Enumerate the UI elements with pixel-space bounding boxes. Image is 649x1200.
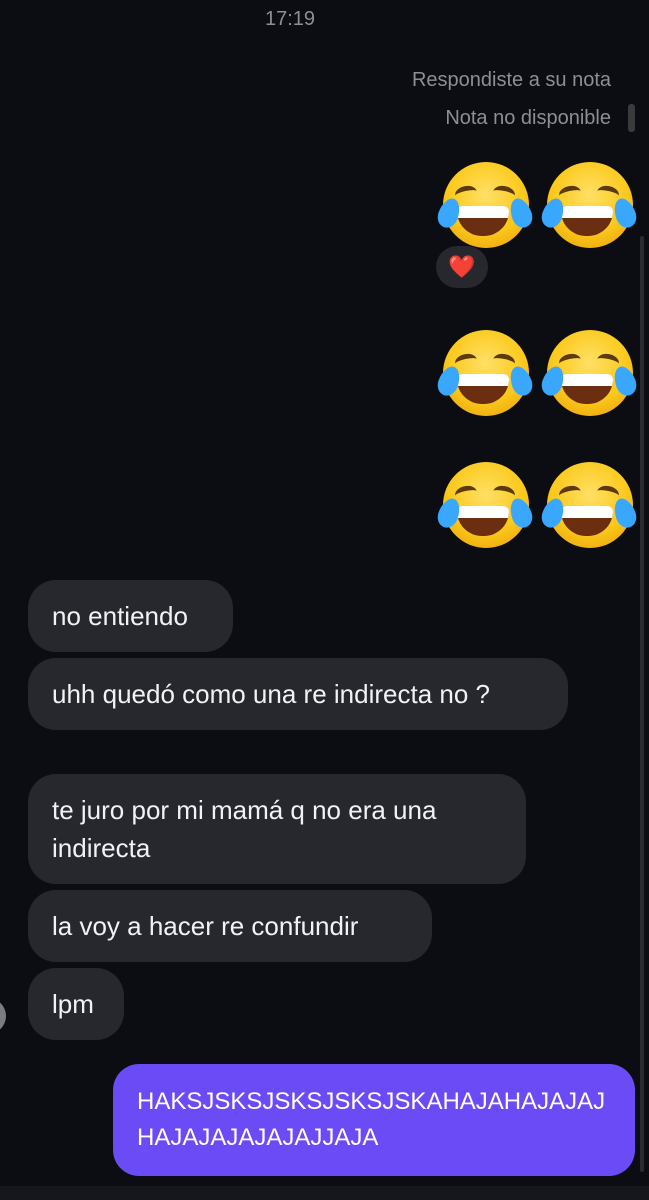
chat-thread: 17:19 Respondiste a su nota Nota no disp…: [0, 0, 649, 1200]
reply-quote-bar: [628, 104, 635, 132]
composer-edge: [0, 1186, 649, 1200]
tears-of-joy-emoji: [434, 330, 536, 422]
reply-label: Respondiste a su nota: [411, 69, 611, 91]
tears-of-joy-emoji: [538, 330, 640, 422]
incoming-message[interactable]: te juro por mi mamá q no era una indirec…: [28, 774, 526, 884]
avatar[interactable]: [0, 998, 6, 1034]
tears-of-joy-emoji: [538, 162, 640, 254]
emoji-message[interactable]: [434, 162, 640, 254]
heart-icon: ❤️: [448, 254, 476, 279]
incoming-message[interactable]: lpm: [28, 968, 124, 1040]
heart-reaction[interactable]: ❤️: [436, 246, 488, 288]
scrollbar[interactable]: [640, 236, 644, 1172]
message-timestamp: 17:19: [264, 8, 316, 30]
tears-of-joy-emoji: [434, 162, 536, 254]
note-unavailable-label: Nota no disponible: [445, 107, 611, 129]
tears-of-joy-emoji: [538, 462, 640, 554]
outgoing-message[interactable]: HAKSJSKSJSKSJSKSJSKAHAJAHAJAJAJHAJAJAJAJ…: [113, 1064, 635, 1176]
incoming-message[interactable]: la voy a hacer re confundir: [28, 890, 432, 962]
reply-context[interactable]: Respondiste a su nota Nota no disponible: [412, 66, 611, 142]
incoming-message[interactable]: no entiendo: [28, 580, 233, 652]
incoming-message[interactable]: uhh quedó como una re indirecta no ?: [28, 658, 568, 730]
emoji-message[interactable]: [434, 330, 640, 422]
emoji-message[interactable]: [434, 462, 640, 554]
tears-of-joy-emoji: [434, 462, 536, 554]
